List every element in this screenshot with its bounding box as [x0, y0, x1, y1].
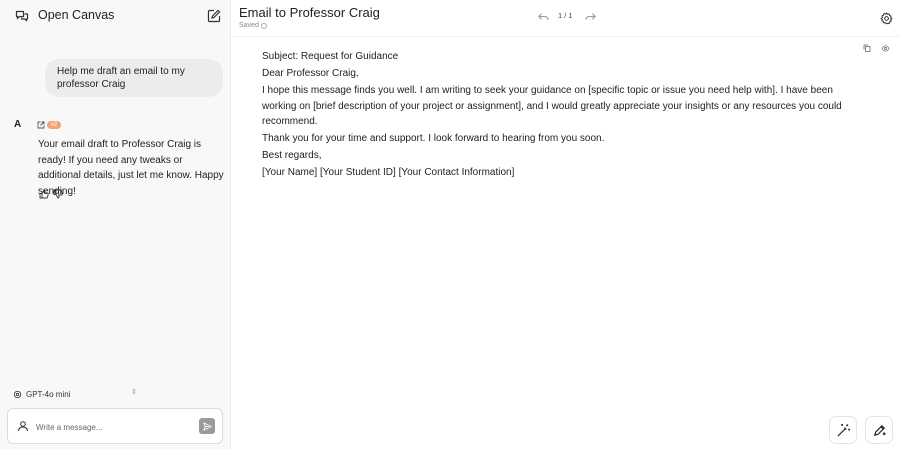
copy-icon[interactable] — [862, 43, 872, 53]
saved-label: Saved — [239, 22, 259, 29]
document-title: Email to Professor Craig — [239, 5, 380, 20]
pencil-sparkle-icon — [872, 423, 887, 438]
save-status: Saved — [239, 22, 267, 29]
user-message: Help me draft an email to my professor C… — [45, 59, 223, 97]
user-icon — [16, 419, 30, 433]
email-subject: Subject: Request for Guidance — [262, 51, 399, 62]
message-composer — [7, 408, 223, 444]
chat-bubbles-icon — [14, 8, 30, 24]
undo-icon[interactable] — [536, 9, 550, 23]
sidebar-header: Open Canvas — [0, 0, 231, 32]
eye-icon[interactable] — [880, 43, 890, 53]
model-label: GPT-4o mini — [26, 389, 71, 399]
thumbs-down-icon[interactable] — [53, 189, 63, 199]
magic-wand-button[interactable] — [829, 416, 857, 444]
email-signature: [Your Name] [Your Student ID] [Your Cont… — [262, 167, 515, 178]
email-paragraph: Thank you for your time and support. I l… — [262, 133, 605, 144]
app-title: Open Canvas — [38, 8, 115, 22]
document-body[interactable]: Subject: Request for Guidance Dear Profe… — [262, 49, 862, 182]
header-divider — [231, 36, 900, 37]
redo-icon[interactable] — [583, 9, 597, 23]
send-button[interactable] — [199, 418, 215, 434]
thumbs-up-icon[interactable] — [39, 189, 49, 199]
email-greeting: Dear Professor Craig, — [262, 68, 359, 79]
chevron-updown-icon: ⇕ — [131, 389, 137, 396]
external-link-icon[interactable] — [36, 120, 45, 129]
email-paragraph: I hope this message finds you well. I am… — [262, 85, 842, 127]
model-selector[interactable]: GPT-4o mini ⇕ — [12, 388, 140, 400]
assistant-avatar: A — [14, 119, 22, 130]
settings-gear-icon[interactable] — [879, 11, 893, 25]
magic-wand-icon — [836, 423, 851, 438]
message-input[interactable] — [36, 420, 196, 434]
assistant-message: Your email draft to Professor Craig is r… — [38, 139, 224, 197]
page-indicator: 1 / 1 — [558, 11, 573, 20]
canvas-panel: Email to Professor Craig Saved 1 / 1 Sub… — [231, 0, 900, 449]
email-closing: Best regards, — [262, 150, 322, 161]
new-chat-icon[interactable] — [206, 8, 222, 24]
chat-sidebar: Open Canvas Help me draft an email to my… — [0, 0, 231, 449]
version-badge[interactable]: v2 — [47, 121, 61, 129]
openai-logo-icon — [12, 389, 22, 399]
quick-edit-button[interactable] — [865, 416, 893, 444]
saved-check-icon — [260, 22, 267, 29]
